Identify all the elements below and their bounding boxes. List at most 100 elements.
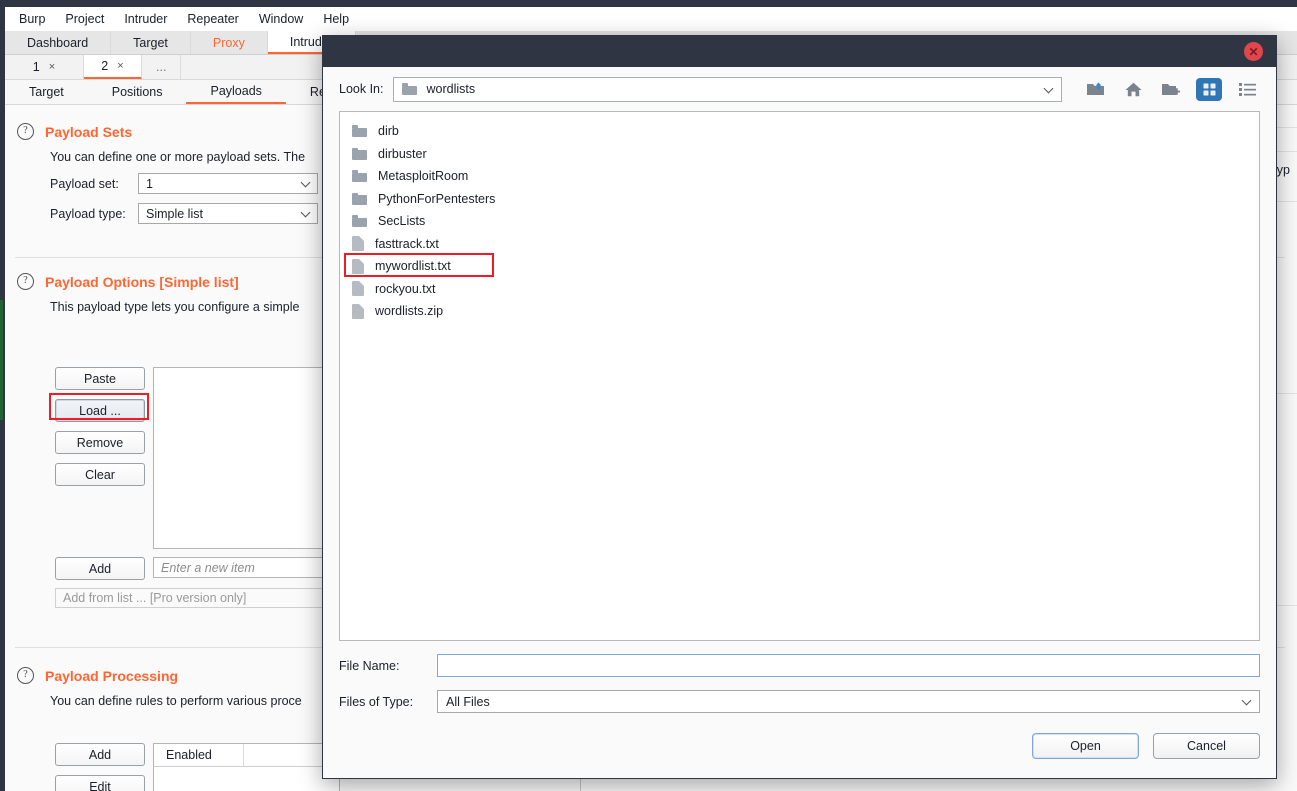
column-header-enabled: Enabled <box>154 744 244 766</box>
new-item-input[interactable]: Enter a new item <box>153 557 338 578</box>
home-button[interactable] <box>1120 78 1146 101</box>
menu-item-burp[interactable]: Burp <box>9 9 55 29</box>
clear-button[interactable]: Clear <box>55 463 145 486</box>
file-name-input[interactable] <box>437 654 1260 677</box>
help-icon[interactable]: ? <box>17 667 34 684</box>
file-list-item[interactable]: dirb <box>340 120 1259 143</box>
attack-tab-1[interactable]: 1 × <box>5 55 84 79</box>
payload-processing-title: Payload Processing <box>45 667 179 684</box>
payload-processing-buttons: Add Edit <box>55 743 145 791</box>
payload-type-value: Simple list <box>146 206 203 221</box>
look-in-select[interactable]: wordlists <box>393 76 1062 102</box>
folder-icon <box>352 147 367 160</box>
file-open-dialog: ✕ Look In: wordlists dirb dirbuster Meta… <box>322 35 1277 779</box>
file-list-item-label: PythonForPentesters <box>378 191 496 206</box>
attack-tab-overflow[interactable]: ... <box>142 55 182 79</box>
add-rule-button[interactable]: Add <box>55 743 145 766</box>
file-list-item[interactable]: dirbuster <box>340 143 1259 166</box>
payload-type-label: Payload type: <box>50 206 126 221</box>
file-list-item-label: MetasploitRoom <box>378 169 469 184</box>
payload-set-select[interactable]: 1 <box>138 173 318 194</box>
payload-type-select[interactable]: Simple list <box>138 203 318 224</box>
payload-options-title: Payload Options [Simple list] <box>45 273 239 290</box>
menu-item-project[interactable]: Project <box>55 9 114 29</box>
chevron-down-icon <box>1242 696 1253 707</box>
chevron-down-icon <box>1044 84 1055 95</box>
up-one-level-icon <box>1086 82 1104 95</box>
files-of-type-select[interactable]: All Files <box>437 690 1260 713</box>
file-list-item[interactable]: SecLists <box>340 210 1259 233</box>
file-icon <box>352 281 364 297</box>
files-of-type-label: Files of Type: <box>339 694 414 709</box>
chevron-down-icon <box>301 178 312 189</box>
list-view-button[interactable] <box>1234 78 1260 101</box>
chevron-down-icon <box>301 208 312 219</box>
tab-proxy[interactable]: Proxy <box>191 31 268 54</box>
payload-set-label: Payload set: <box>50 176 119 191</box>
sub-tab-payloads[interactable]: Payloads <box>186 80 286 104</box>
folder-icon <box>352 170 367 183</box>
file-list-item-label: SecLists <box>378 214 426 229</box>
file-list-item[interactable]: MetasploitRoom <box>340 165 1259 188</box>
help-icon[interactable]: ? <box>17 123 34 140</box>
up-one-level-button[interactable] <box>1082 78 1108 101</box>
file-list-item[interactable]: PythonForPentesters <box>340 188 1259 211</box>
attack-tab-2[interactable]: 2 × <box>84 55 142 79</box>
dialog-toolbar <box>1082 77 1260 101</box>
payload-sets-title: Payload Sets <box>45 123 133 140</box>
file-list-item-label: mywordlist.txt <box>375 259 451 274</box>
files-of-type-value: All Files <box>446 694 490 709</box>
tab-dashboard[interactable]: Dashboard <box>5 31 112 54</box>
tiles-view-button[interactable] <box>1196 77 1222 101</box>
close-icon[interactable]: × <box>117 60 123 72</box>
file-list-item[interactable]: mywordlist.txt <box>340 255 1259 278</box>
edit-rule-button[interactable]: Edit <box>55 775 145 791</box>
file-icon <box>352 236 364 252</box>
open-button[interactable]: Open <box>1032 733 1139 759</box>
help-icon[interactable]: ? <box>17 273 34 290</box>
remove-button[interactable]: Remove <box>55 431 145 454</box>
attack-tab-2-label: 2 <box>101 59 109 73</box>
payload-processing-table: Enabled <box>153 743 340 791</box>
cancel-button[interactable]: Cancel <box>1153 733 1260 759</box>
file-list-item-label: wordlists.zip <box>375 304 444 319</box>
burp-suite-window: Burp Project Intruder Repeater Window He… <box>0 0 1297 791</box>
file-name-label: File Name: <box>339 658 400 673</box>
menu-item-help[interactable]: Help <box>313 9 359 29</box>
look-in-label: Look In: <box>339 82 384 96</box>
file-list[interactable]: dirb dirbuster MetasploitRoom PythonForPent… <box>339 111 1260 641</box>
attack-tab-1-label: 1 <box>32 60 40 74</box>
menu-item-window[interactable]: Window <box>249 9 313 29</box>
file-list-item[interactable]: fasttrack.txt <box>340 233 1259 256</box>
look-in-value: wordlists <box>426 82 476 96</box>
table-header-row: Enabled <box>154 744 339 767</box>
file-list-item-label: dirbuster <box>378 146 427 161</box>
new-folder-button[interactable] <box>1158 78 1184 101</box>
tiles-view-icon <box>1203 83 1215 95</box>
tab-target[interactable]: Target <box>111 31 191 54</box>
payload-options-buttons: Paste Load ... Remove Clear <box>55 367 145 495</box>
paste-button[interactable]: Paste <box>55 367 145 390</box>
load-button[interactable]: Load ... <box>55 399 145 422</box>
sub-tab-positions[interactable]: Positions <box>88 80 187 104</box>
file-list-item[interactable]: rockyou.txt <box>340 278 1259 301</box>
file-icon <box>352 258 364 274</box>
payload-list[interactable] <box>153 367 340 549</box>
close-icon[interactable]: ✕ <box>1244 42 1263 61</box>
add-payload-button[interactable]: Add <box>55 557 145 580</box>
folder-icon <box>352 192 367 205</box>
left-edge-accent <box>0 300 3 420</box>
close-icon[interactable]: × <box>49 61 55 73</box>
menu-item-repeater[interactable]: Repeater <box>177 9 248 29</box>
file-list-item[interactable]: wordlists.zip <box>340 300 1259 323</box>
file-list-rows: dirb dirbuster MetasploitRoom PythonForPent… <box>340 120 1259 323</box>
payload-set-value: 1 <box>146 176 153 191</box>
look-in-row: Look In: wordlists <box>339 67 1260 111</box>
files-of-type-row: Files of Type: All Files <box>339 690 1260 713</box>
dialog-actions: Open Cancel <box>339 733 1260 759</box>
sub-tab-target[interactable]: Target <box>5 80 88 104</box>
menu-item-intruder[interactable]: Intruder <box>114 9 177 29</box>
list-view-icon <box>1238 83 1256 96</box>
file-list-item-label: rockyou.txt <box>375 281 436 296</box>
menu-bar: Burp Project Intruder Repeater Window He… <box>5 7 1297 31</box>
